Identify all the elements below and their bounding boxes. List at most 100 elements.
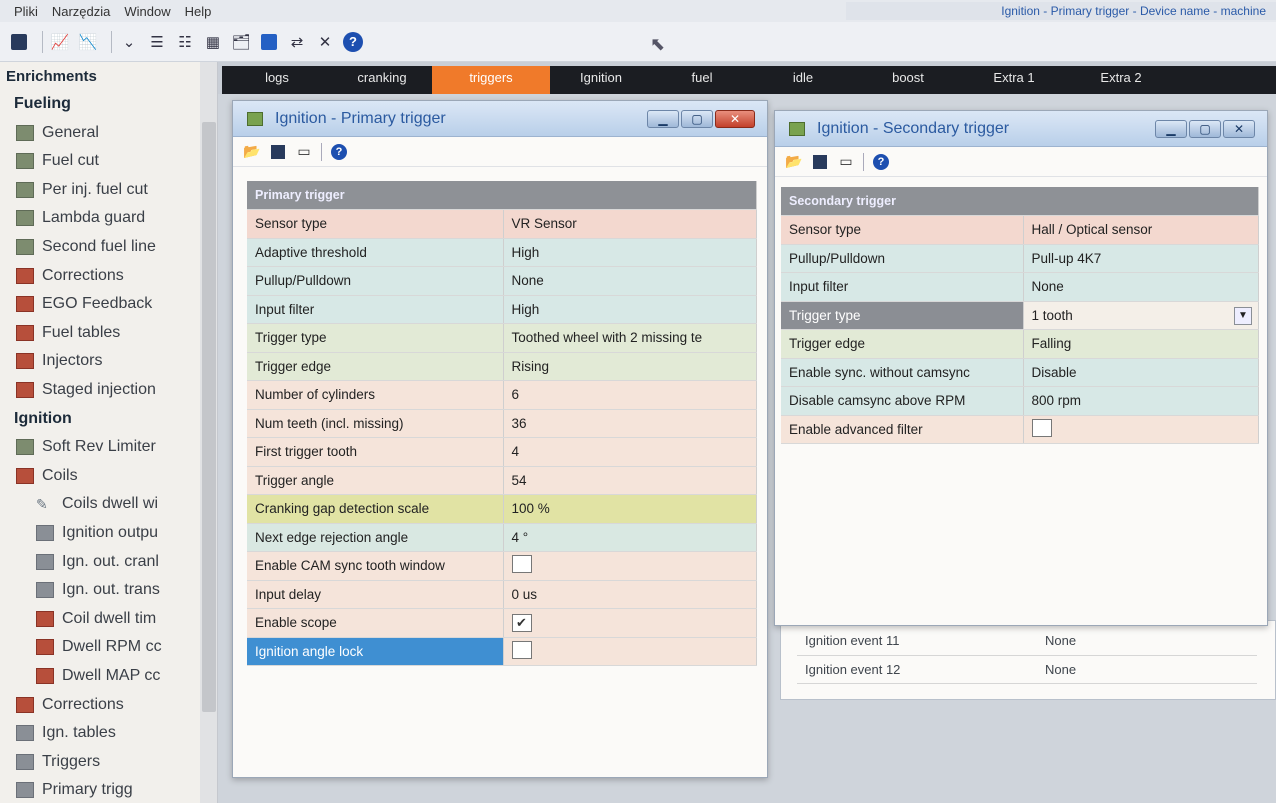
tab-idle[interactable]: idle (752, 66, 854, 94)
table-row[interactable]: Num teeth (incl. missing) 36 (247, 409, 757, 438)
checkbox[interactable] (511, 640, 532, 659)
table-row[interactable]: Trigger type Toothed wheel with 2 missing… (247, 323, 757, 353)
sidebar-item-triggers[interactable]: Triggers (16, 748, 100, 776)
sidebar-item-fuel-cut[interactable]: Fuel cut (16, 147, 99, 175)
row-value[interactable]: Falling (1023, 329, 1259, 359)
sidebar-item-primary-trigg[interactable]: Primary trigg (16, 776, 133, 803)
sidebar-header[interactable]: Enrichments (6, 62, 97, 90)
save-icon[interactable] (269, 144, 287, 160)
table-row[interactable]: Enable CAM sync tooth window (247, 551, 757, 581)
table-row[interactable]: Cranking gap detection scale 100 % (247, 494, 757, 524)
minimize-button[interactable]: ▁ (647, 109, 679, 128)
minimize-button[interactable]: ▁ (1155, 119, 1187, 138)
row-value[interactable]: Hall / Optical sensor (1023, 215, 1259, 245)
row-value[interactable]: 1 tooth ▼ (1023, 301, 1259, 330)
save-blue-icon[interactable] (258, 31, 280, 53)
row-value[interactable]: ✔ (503, 608, 757, 638)
maximize-button[interactable]: ▢ (1189, 119, 1221, 138)
tab-cranking[interactable]: cranking (332, 66, 432, 94)
sidebar-item-ignition[interactable]: Ignition (14, 405, 72, 433)
help-icon[interactable]: ? (872, 153, 890, 170)
help-icon[interactable]: ? (342, 31, 364, 53)
sidebar-item-coil-dwell-tim[interactable]: Coil dwell tim (36, 605, 156, 633)
sidebar-item-dwell-map-cc[interactable]: Dwell MAP cc (36, 662, 160, 690)
tab-logs[interactable]: logs (222, 66, 332, 94)
list-alt-icon[interactable]: ☷ (174, 31, 196, 53)
swap-icon[interactable]: ⇄ (286, 31, 308, 53)
sidebar-item-general[interactable]: General (16, 119, 99, 147)
table-row[interactable]: Trigger type 1 tooth ▼ (781, 301, 1259, 330)
checkbox[interactable] (1031, 418, 1052, 437)
row-value[interactable]: VR Sensor (503, 209, 757, 239)
menu-item[interactable]: Help (185, 4, 212, 19)
sidebar-item-lambda-guard[interactable]: Lambda guard (16, 204, 145, 232)
row-value[interactable]: 54 (503, 466, 757, 495)
open-folder-icon[interactable]: 📂 (243, 143, 261, 160)
row-value[interactable]: 800 rpm (1023, 386, 1259, 416)
table-row[interactable]: Input filter High (247, 295, 757, 324)
table-row[interactable]: Enable scope ✔ (247, 608, 757, 638)
table-row[interactable]: Sensor type VR Sensor (247, 209, 757, 239)
maximize-button[interactable]: ▢ (681, 109, 713, 128)
row-value[interactable]: 0 us (503, 580, 757, 609)
window-icon[interactable]: ▭ (837, 153, 855, 170)
table-row[interactable]: Ignition event 12 None (797, 655, 1257, 684)
sidebar-item-corrections[interactable]: Corrections (16, 262, 124, 290)
row-value[interactable]: 36 (503, 409, 757, 438)
row-value[interactable]: Pull-up 4K7 (1023, 244, 1259, 273)
window-titlebar[interactable]: Ignition - Primary trigger ▁ ▢ ✕ (233, 101, 767, 137)
menu-item[interactable]: Window (124, 4, 170, 19)
close-icon[interactable]: ✕ (314, 31, 336, 53)
table-row[interactable]: Sensor type Hall / Optical sensor (781, 215, 1259, 245)
table-row[interactable]: Trigger edge Rising (247, 352, 757, 381)
sidebar-item-ign-out-cranl[interactable]: Ign. out. cranl (36, 548, 159, 576)
sidebar-item-ign-tables[interactable]: Ign. tables (16, 719, 116, 747)
scrollbar-thumb[interactable] (202, 122, 216, 712)
menu-item[interactable]: Pliki (14, 4, 38, 19)
tab-boost[interactable]: boost (854, 66, 962, 94)
row-value[interactable] (503, 637, 757, 666)
sidebar-item-coils[interactable]: Coils (16, 462, 78, 490)
table-row[interactable]: Next edge rejection angle 4 ° (247, 523, 757, 552)
row-value[interactable]: High (503, 238, 757, 267)
save-icon[interactable] (811, 154, 829, 170)
save-icon[interactable] (8, 31, 30, 53)
window-titlebar[interactable]: Ignition - Secondary trigger ▁ ▢ ✕ (775, 111, 1267, 147)
row-value[interactable]: None (1037, 627, 1257, 656)
row-value[interactable]: Disable (1023, 358, 1259, 387)
help-icon[interactable]: ? (330, 143, 348, 160)
sidebar-item-soft-rev-limiter[interactable]: Soft Rev Limiter (16, 433, 156, 461)
table-row[interactable]: Trigger angle 54 (247, 466, 757, 495)
row-value[interactable]: 6 (503, 380, 757, 410)
open-folder-icon[interactable]: 📂 (785, 153, 803, 170)
table-row[interactable]: Pullup/Pulldown Pull-up 4K7 (781, 244, 1259, 273)
checkbox[interactable]: ✔ (511, 613, 532, 632)
table-row[interactable]: Input filter None (781, 272, 1259, 302)
row-value[interactable]: None (1037, 655, 1257, 684)
sidebar-item-per-inj-fuel-cut[interactable]: Per inj. fuel cut (16, 176, 148, 204)
chevron-down-icon[interactable]: ▼ (1234, 306, 1252, 325)
sidebar-item-ego-feedback[interactable]: EGO Feedback (16, 290, 152, 318)
table-row[interactable]: Enable sync. without camsync Disable (781, 358, 1259, 387)
row-value[interactable]: Toothed wheel with 2 missing te (503, 323, 757, 353)
chart-edit-icon[interactable]: 📉 (77, 31, 99, 53)
sidebar-item-injectors[interactable]: Injectors (16, 347, 102, 375)
table-row[interactable]: Trigger edge Falling (781, 329, 1259, 359)
sidebar-item-second-fuel-line[interactable]: Second fuel line (16, 233, 156, 261)
sidebar-item-staged-injection[interactable]: Staged injection (16, 376, 156, 404)
table-row[interactable]: Enable advanced filter (781, 415, 1259, 444)
row-value[interactable]: None (1023, 272, 1259, 302)
row-value[interactable]: 4 (503, 437, 757, 467)
row-value[interactable]: High (503, 295, 757, 324)
tab-extra-1[interactable]: Extra 1 (962, 66, 1066, 94)
sidebar-item-dwell-rpm-cc[interactable]: Dwell RPM cc (36, 633, 162, 661)
table-row[interactable]: Ignition event 11 None (797, 627, 1257, 656)
close-button[interactable]: ✕ (715, 109, 755, 128)
table-row[interactable]: Disable camsync above RPM 800 rpm (781, 386, 1259, 416)
row-value[interactable] (503, 551, 757, 581)
tab-fuel[interactable]: fuel (652, 66, 752, 94)
sidebar-item-ign-out-trans[interactable]: Ign. out. trans (36, 576, 160, 604)
row-value[interactable]: Rising (503, 352, 757, 381)
sidebar-item-fuel-tables[interactable]: Fuel tables (16, 319, 120, 347)
sidebar-item-coils-dwell-wi[interactable]: ✎ Coils dwell wi (36, 490, 158, 518)
